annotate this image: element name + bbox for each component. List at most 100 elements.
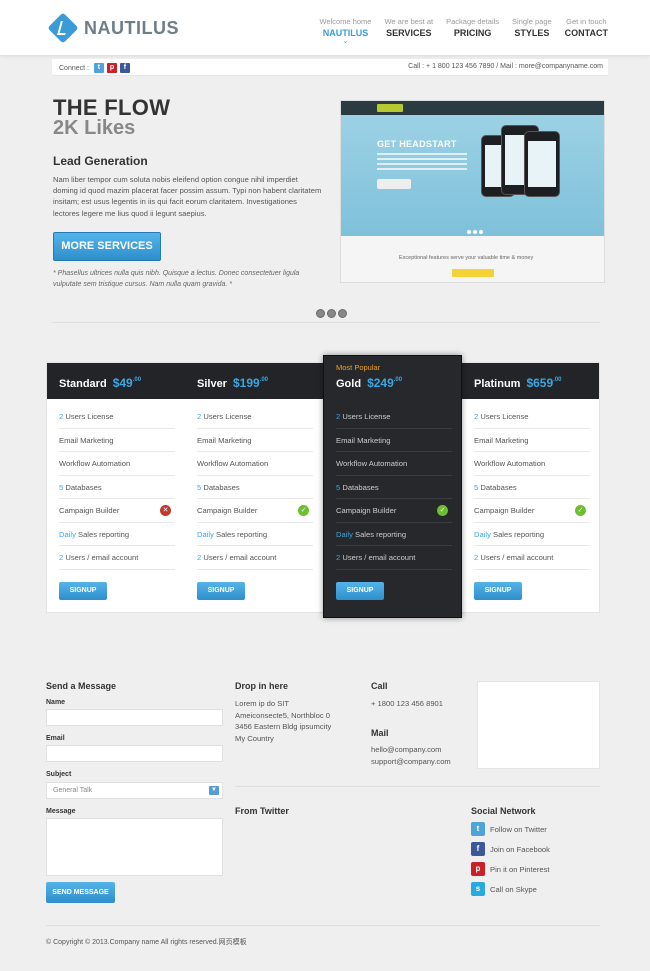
email-label: Email — [46, 735, 65, 742]
hero-subtitle: Lead Generation — [53, 154, 148, 168]
brand-name: NAUTILUS — [84, 17, 179, 38]
price-value: $49 — [112, 376, 133, 390]
more-services-button[interactable]: MORE SERVICES — [53, 232, 161, 261]
social-label: Follow on Twitter — [490, 824, 547, 834]
social-link-twitter[interactable]: t Follow on Twitter — [471, 822, 547, 836]
address-block: Lorem ip do SIT Ameiconsecte5, Northbloc… — [235, 698, 331, 744]
email-link[interactable]: hello@company.com — [371, 744, 451, 756]
email-link[interactable]: support@company.com — [371, 756, 451, 768]
social-link-skype[interactable]: s Call on Skype — [471, 882, 537, 896]
feature-item: 2 Users License — [474, 405, 590, 429]
price-value: $199 — [232, 376, 260, 390]
message-label: Message — [46, 808, 76, 815]
signup-button[interactable]: SIGNUP — [59, 582, 107, 600]
pinterest-icon: p — [471, 862, 485, 876]
price-value: $249 — [367, 376, 394, 390]
address-line: My Country — [235, 733, 274, 743]
subject-select[interactable]: General Talk ▼ — [46, 782, 223, 799]
signup-button[interactable]: SIGNUP — [336, 582, 384, 600]
send-message-button[interactable]: SEND MESSAGE — [46, 882, 115, 903]
social-link-pinterest[interactable]: p Pin it on Pinterest — [471, 862, 550, 876]
social-link-facebook[interactable]: f Join on Facebook — [471, 842, 550, 856]
message-textarea[interactable] — [46, 818, 223, 876]
nav-sub-label: We are best at — [384, 17, 434, 26]
feature-item: 2 Users License — [59, 405, 175, 429]
feature-item: 2 Users / email account — [197, 546, 313, 570]
mail-title: Mail — [371, 728, 389, 738]
most-popular-badge: Most Popular — [336, 363, 381, 372]
main-nav: Welcome home NAUTILUS ⌄ We are best at S… — [306, 17, 608, 45]
feature-item: Campaign Builder ✓ — [197, 499, 313, 523]
nav-sub-label: Single page — [512, 17, 552, 26]
name-label: Name — [46, 699, 66, 706]
feature-item: Campaign Builder ✓ — [474, 499, 590, 523]
chevron-down-icon: ▼ — [209, 786, 219, 795]
nav-label: CONTACT — [564, 28, 608, 38]
price-cents: .00 — [553, 377, 562, 383]
price-cents: .00 — [132, 377, 142, 383]
plan-standard: Standard $49.00 2 Users License Email Mar… — [47, 363, 185, 612]
facebook-icon[interactable]: f — [119, 63, 130, 73]
map-placeholder — [477, 681, 600, 769]
nav-item-home[interactable]: Welcome home NAUTILUS ⌄ — [319, 17, 371, 45]
email-field[interactable] — [46, 745, 223, 762]
feature-item: Workflow Automation — [59, 452, 175, 476]
email-list: hello@company.com support@company.com — [371, 744, 451, 767]
plan-title: Standard $49.00 — [59, 376, 141, 390]
plan-name: Platinum — [474, 378, 521, 390]
nav-item-services[interactable]: We are best at SERVICES — [384, 17, 433, 45]
nav-item-styles[interactable]: Single page STYLES — [512, 17, 552, 45]
nav-item-contact[interactable]: Get in touch CONTACT — [565, 17, 608, 45]
slider-dot[interactable] — [316, 309, 325, 318]
feature-item: Workflow Automation — [336, 452, 452, 476]
feature-list: 2 Users License Email Marketing Workflow… — [197, 405, 313, 570]
plan-title: Silver $199.00 — [197, 376, 268, 390]
plan-price: $199.00 — [233, 376, 268, 390]
twitter-icon[interactable]: t — [93, 63, 104, 73]
hero-note: * Phasellus ultrices nulla quis nibh. Qu… — [53, 270, 300, 288]
divider — [46, 925, 600, 926]
feature-item: Workflow Automation — [474, 452, 590, 476]
plan-price: $249.00 — [367, 376, 402, 390]
feature-item: 2 Users License — [336, 405, 452, 429]
social-label: Call on Skype — [490, 884, 537, 894]
nav-label: PRICING — [453, 28, 492, 38]
feature-item: Email Marketing — [336, 429, 452, 452]
logo[interactable]: NAUTILUS — [47, 12, 179, 44]
price-value: $659 — [526, 376, 554, 390]
subject-value: General Talk — [53, 787, 93, 794]
nav-label: STYLES — [514, 28, 550, 38]
screenshot-logo — [377, 104, 403, 112]
address-line: Lorem ip do SIT — [235, 699, 290, 708]
screenshot-topbar — [341, 101, 604, 115]
slider-dot[interactable] — [338, 309, 347, 318]
feature-item: Email Marketing — [474, 429, 590, 452]
slider-pagination — [316, 309, 349, 318]
screenshot-text-lines — [377, 153, 467, 173]
signup-button[interactable]: SIGNUP — [197, 582, 245, 600]
feature-item: Campaign Builder ✕ — [59, 499, 175, 523]
nav-item-pricing[interactable]: Package details PRICING — [446, 17, 499, 45]
nav-label: SERVICES — [386, 28, 432, 38]
pinterest-icon[interactable]: p — [106, 63, 117, 73]
slider-dot[interactable] — [327, 309, 336, 318]
feature-list: 2 Users License Email Marketing Workflow… — [336, 405, 452, 570]
connect-label: Connect : — [59, 64, 89, 72]
price-cents: .00 — [393, 377, 403, 383]
screenshot-button — [377, 179, 411, 189]
feature-item: 2 Users / email account — [474, 546, 590, 570]
nav-sub-label: Get in touch — [566, 17, 607, 26]
subject-label: Subject — [46, 771, 72, 778]
skype-icon: s — [471, 882, 485, 896]
feature-item: Email Marketing — [59, 429, 175, 452]
feature-item: 2 Users License — [197, 405, 313, 429]
plan-name: Silver — [197, 378, 227, 390]
logo-icon — [47, 12, 79, 44]
plan-name: Gold — [336, 378, 362, 390]
signup-button[interactable]: SIGNUP — [474, 582, 522, 600]
feature-item: 5 Databases — [336, 476, 452, 499]
feature-item: Workflow Automation — [197, 452, 313, 476]
name-field[interactable] — [46, 709, 223, 726]
hero-likes: 2K Likes — [53, 117, 136, 139]
facebook-icon: f — [471, 842, 485, 856]
